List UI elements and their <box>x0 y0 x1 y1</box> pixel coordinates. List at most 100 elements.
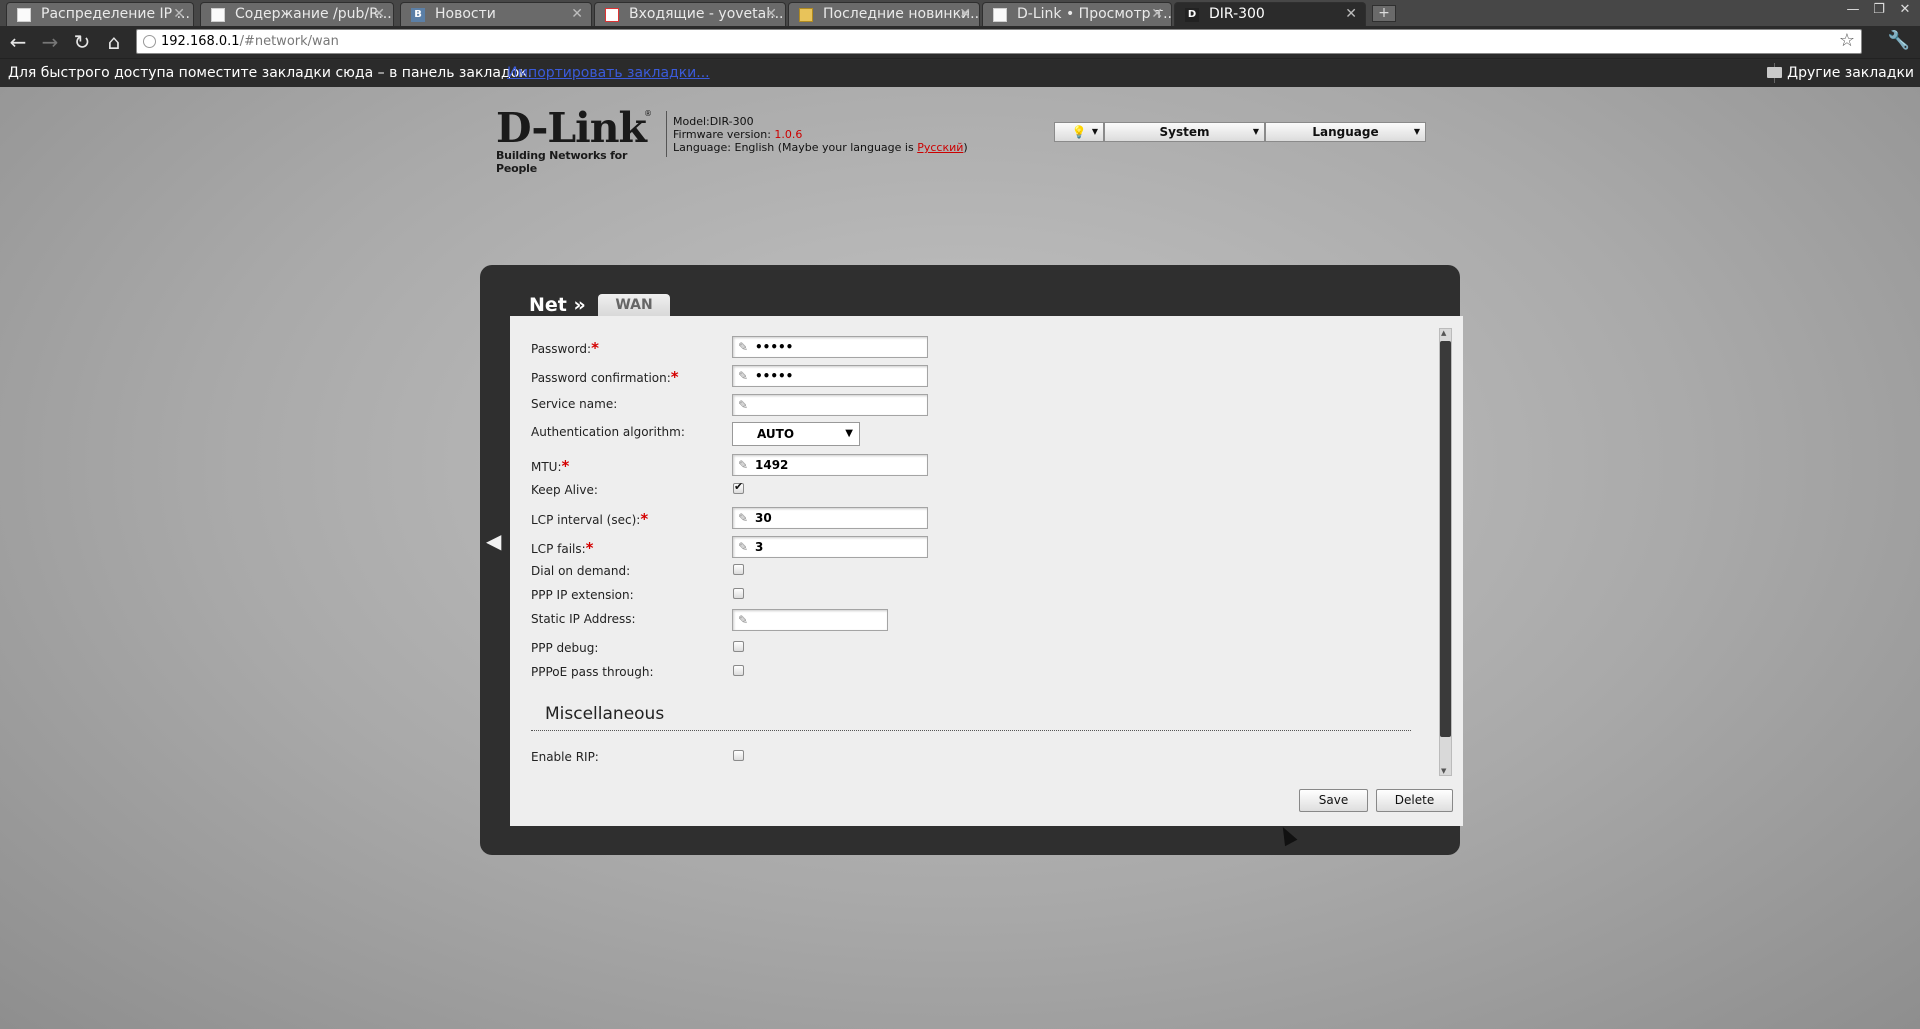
pencil-icon: ✎ <box>738 369 749 383</box>
wrench-icon[interactable]: 🔧 <box>1888 30 1910 51</box>
tab-title: DIR-300 <box>1209 6 1265 22</box>
bookmarks-hint: Для быстрого доступа поместите закладки … <box>8 65 533 81</box>
static-ip-field[interactable]: ✎ <box>732 609 888 631</box>
system-menu-button[interactable]: System ▼ <box>1104 122 1265 142</box>
url-text[interactable]: 192.168.0.1/#network/wan <box>161 30 339 53</box>
breadcrumb[interactable]: Net » <box>529 294 586 316</box>
firmware-text: Firmware version: 1.0.6 <box>673 128 803 141</box>
browser-tab-active[interactable]: D DIR-300 ✕ <box>1174 2 1366 26</box>
password-confirm-field[interactable]: ✎ ••••• <box>732 365 928 387</box>
ppp-ip-extension-checkbox[interactable] <box>733 588 744 599</box>
browser-tab[interactable]: D-Link • Просмотр т... ✕ <box>982 2 1172 26</box>
minimize-icon[interactable]: — <box>1843 2 1863 18</box>
browser-tab[interactable]: Распределение IP ... ✕ <box>6 2 194 26</box>
back-icon[interactable]: ← <box>6 30 30 54</box>
service-name-row: Service name: ✎ <box>510 394 1410 416</box>
scrollbar[interactable]: ▲ ▼ <box>1439 328 1452 776</box>
pencil-icon: ✎ <box>738 540 749 554</box>
close-icon[interactable]: ✕ <box>765 3 777 25</box>
pppoe-pass-checkbox[interactable] <box>733 665 744 676</box>
auth-algorithm-row: Authentication algorithm: AUTO ▼ <box>510 422 1410 446</box>
bookmark-star-icon[interactable]: ☆ <box>1839 30 1855 52</box>
mtu-row: MTU:* ✎ 1492 <box>510 454 1410 476</box>
gmail-icon <box>605 8 619 22</box>
wan-form: Password:* ✎ ••••• Password confirmation:… <box>510 316 1463 826</box>
other-bookmarks[interactable]: Другие закладки <box>1767 59 1914 87</box>
chevron-down-icon: ▼ <box>1091 127 1098 136</box>
vk-icon: B <box>411 8 425 22</box>
service-name-field[interactable]: ✎ <box>732 394 928 416</box>
browser-tab[interactable]: Последние новинки... ✕ <box>788 2 980 26</box>
mtu-field[interactable]: ✎ 1492 <box>732 454 928 476</box>
password-confirm-row: Password confirmation:* ✎ ••••• <box>510 365 1410 387</box>
browser-tab[interactable]: Содержание /pub/R... ✕ <box>200 2 394 26</box>
keep-alive-checkbox[interactable] <box>733 480 744 494</box>
language-menu-button[interactable]: Language ▼ <box>1265 122 1426 142</box>
pencil-icon: ✎ <box>738 458 749 472</box>
pencil-icon: ✎ <box>738 511 749 525</box>
new-tab-button[interactable]: + <box>1372 5 1396 22</box>
dial-on-demand-checkbox[interactable] <box>733 564 744 575</box>
tab-title: Содержание /pub/R... <box>235 6 392 22</box>
import-bookmarks-link[interactable]: Импортировать закладки... <box>507 59 710 87</box>
close-icon[interactable]: ✕ <box>373 3 385 25</box>
reload-icon[interactable]: ↻ <box>70 30 94 54</box>
russian-language-link[interactable]: Русский <box>917 141 963 154</box>
chevron-down-icon: ▼ <box>1252 127 1259 136</box>
browser-toolbar: ← → ↻ ⌂ 192.168.0.1/#network/wan ☆ 🔧 <box>0 26 1920 58</box>
scroll-thumb[interactable] <box>1440 341 1451 737</box>
scroll-up-icon[interactable]: ▲ <box>1441 329 1446 337</box>
pencil-icon: ✎ <box>738 613 749 627</box>
scroll-down-icon[interactable]: ▼ <box>1441 767 1446 775</box>
lightbulb-icon: 💡 <box>1071 125 1087 139</box>
close-icon[interactable]: ✕ <box>1151 3 1163 25</box>
pppoe-pass-row: PPPoE pass through: <box>510 662 1410 684</box>
page-icon <box>993 8 1007 22</box>
browser-tab[interactable]: B Новости ✕ <box>400 2 592 26</box>
ppp-debug-checkbox[interactable] <box>733 641 744 652</box>
password-row: Password:* ✎ ••••• <box>510 336 1410 358</box>
folder-icon <box>1767 67 1783 78</box>
divider <box>531 730 1411 731</box>
page-icon <box>211 8 225 22</box>
browser-tab-strip: Распределение IP ... ✕ Содержание /pub/R… <box>0 0 1920 26</box>
save-button[interactable]: Save <box>1299 789 1368 812</box>
lcp-fails-field[interactable]: ✎ 3 <box>732 536 928 558</box>
page-info-icon[interactable] <box>143 35 156 48</box>
pencil-icon: ✎ <box>738 398 749 412</box>
lcp-interval-field[interactable]: ✎ 30 <box>732 507 928 529</box>
dlink-logo: D-Link ® Building Networks for People <box>496 104 652 176</box>
device-info: Model:DIR-300 Firmware version: 1.0.6 La… <box>673 115 968 154</box>
close-icon[interactable]: ✕ <box>1345 3 1357 25</box>
tab-wan[interactable]: WAN <box>598 294 670 318</box>
address-bar[interactable]: 192.168.0.1/#network/wan ☆ <box>136 29 1862 54</box>
enable-rip-row: Enable RIP: <box>510 747 1410 769</box>
lcp-fails-row: LCP fails:* ✎ 3 <box>510 536 1410 558</box>
browser-tab[interactable]: Входящие - yovetal... ✕ <box>594 2 786 26</box>
hint-menu-button[interactable]: 💡 ▼ <box>1054 122 1104 142</box>
divider <box>666 111 667 157</box>
chevron-down-icon: ▼ <box>1413 127 1420 136</box>
delete-button[interactable]: Delete <box>1376 789 1453 812</box>
settings-panel: Net » WAN ◀ Password:* ✎ ••••• Password c… <box>480 265 1463 855</box>
close-window-icon[interactable]: ✕ <box>1895 2 1915 18</box>
close-icon[interactable]: ✕ <box>571 3 583 25</box>
close-icon[interactable]: ✕ <box>173 3 185 25</box>
password-field[interactable]: ✎ ••••• <box>732 336 928 358</box>
section-title-miscellaneous: Miscellaneous <box>545 704 665 724</box>
bookmarks-bar: Для быстрого доступа поместите закладки … <box>0 58 1920 87</box>
enable-rip-checkbox[interactable] <box>733 750 744 761</box>
model-text: Model:DIR-300 <box>673 115 754 128</box>
pencil-icon: ✎ <box>738 340 749 354</box>
language-text: Language: English (Maybe your language i… <box>673 141 968 154</box>
back-arrow-icon[interactable]: ◀ <box>486 529 501 553</box>
forward-icon[interactable]: → <box>38 30 62 54</box>
restore-icon[interactable]: ❐ <box>1869 2 1889 18</box>
tab-title: Распределение IP ... <box>41 6 190 22</box>
auth-algorithm-select[interactable]: AUTO ▼ <box>732 422 860 446</box>
lcp-interval-row: LCP interval (sec):* ✎ 30 <box>510 507 1410 529</box>
home-icon[interactable]: ⌂ <box>102 30 126 54</box>
tab-title: D-Link • Просмотр т... <box>1017 6 1172 22</box>
static-ip-row: Static IP Address: ✎ <box>510 609 1410 631</box>
close-icon[interactable]: ✕ <box>959 3 971 25</box>
